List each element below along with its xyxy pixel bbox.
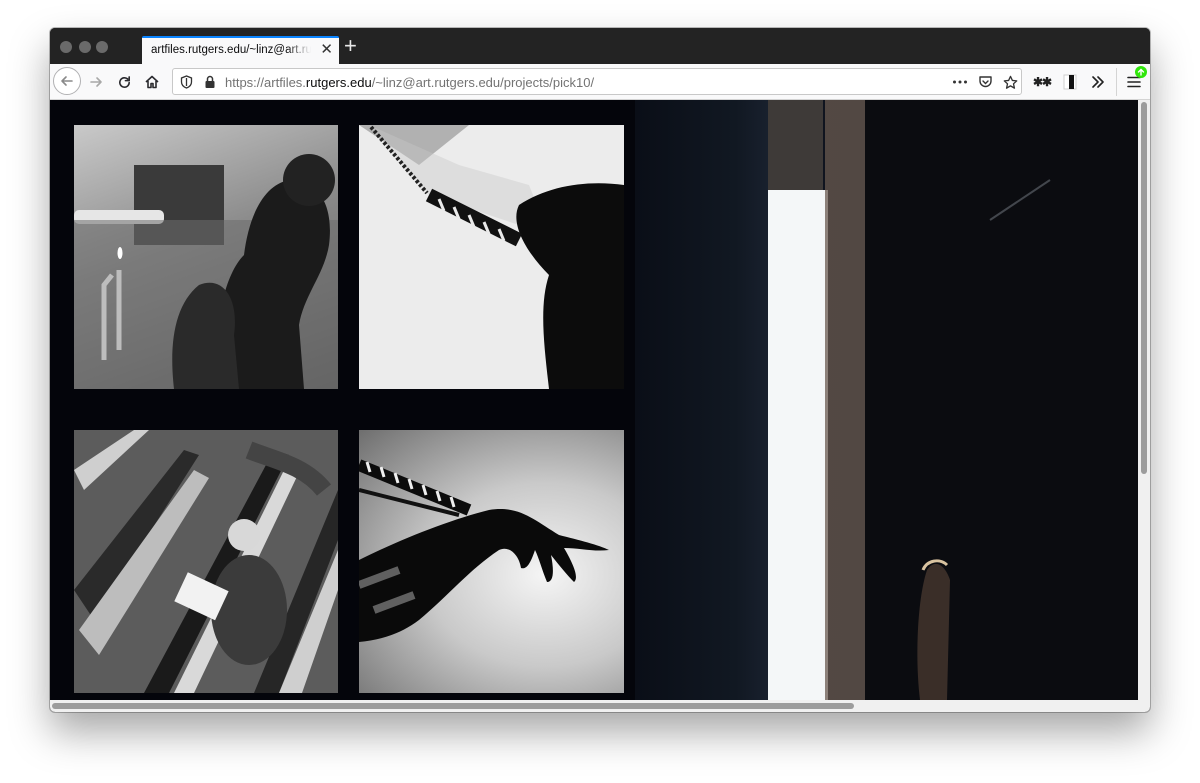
active-tab[interactable]: artfiles.rutgers.edu/~linz@art.rutgers.e… — [142, 36, 339, 64]
zoom-window-button[interactable] — [96, 41, 108, 53]
pocket-icon — [978, 76, 992, 88]
photo-church-pews[interactable] — [74, 430, 338, 693]
extension-button[interactable]: ✱✱ — [1030, 70, 1054, 94]
page-content — [50, 100, 1150, 700]
url-host: rutgers.edu — [305, 75, 372, 90]
url-prefix: https://artfiles. — [225, 75, 306, 90]
site-identity-button[interactable] — [201, 73, 219, 91]
tracking-protection-button[interactable] — [177, 73, 195, 91]
hand-film-strip-image — [359, 459, 609, 642]
horizontal-scrollbar[interactable] — [50, 700, 1150, 712]
forward-button[interactable] — [84, 70, 108, 94]
lock-icon — [205, 75, 215, 88]
dark-doorway-image — [768, 100, 1138, 700]
photo-girls-candle[interactable] — [74, 125, 338, 389]
forward-arrow-icon — [90, 77, 102, 87]
url-path: /~linz@art.rutgers.edu/projects/pick10/ — [371, 75, 595, 90]
photo-hand-film-strip[interactable] — [359, 430, 624, 693]
film-strip-silhouette-image — [359, 125, 624, 389]
close-icon[interactable]: ✕ — [320, 41, 333, 59]
sidebar-icon — [1063, 74, 1077, 90]
reload-icon — [118, 75, 130, 88]
more-icon — [953, 80, 967, 84]
home-button[interactable] — [140, 70, 164, 94]
new-tab-icon[interactable]: + — [344, 34, 357, 58]
update-arrow-icon — [1135, 66, 1147, 78]
extension-icon: ✱✱ — [1032, 75, 1052, 89]
browser-window: artfiles.rutgers.edu/~linz@art.rutgers.e… — [50, 28, 1150, 712]
close-window-button[interactable] — [60, 41, 72, 53]
photo-dark-doorway[interactable] — [635, 100, 1138, 700]
girls-candle-image — [74, 154, 338, 389]
tab-title: artfiles.rutgers.edu/~linz@art.rutgers.e… — [151, 44, 311, 56]
church-pews-image — [74, 430, 338, 693]
sidebar-button[interactable] — [1058, 70, 1082, 94]
back-button[interactable] — [53, 67, 81, 95]
photo-film-strip-silhouette[interactable] — [359, 125, 624, 389]
bookmark-button[interactable] — [1001, 73, 1019, 91]
app-menu-button[interactable] — [1122, 66, 1147, 94]
horizontal-scrollbar-thumb[interactable] — [52, 703, 854, 709]
navigation-toolbar: https://artfiles.rutgers.edu/~linz@art.r… — [50, 64, 1150, 100]
chevrons-right-icon — [1092, 76, 1104, 88]
home-icon — [145, 75, 159, 89]
toolbar-separator — [1116, 68, 1117, 96]
url-bar[interactable]: https://artfiles.rutgers.edu/~linz@art.r… — [172, 68, 1022, 95]
minimize-window-button[interactable] — [79, 41, 91, 53]
page-actions-button[interactable] — [951, 73, 969, 91]
back-arrow-icon — [61, 76, 73, 86]
pocket-button[interactable] — [976, 73, 994, 91]
url-text: https://artfiles.rutgers.edu/~linz@art.r… — [225, 75, 594, 90]
overflow-menu-button[interactable] — [1086, 70, 1110, 94]
tab-strip: artfiles.rutgers.edu/~linz@art.rutgers.e… — [50, 28, 1150, 64]
shield-icon — [180, 75, 192, 89]
reload-button[interactable] — [112, 70, 136, 94]
vertical-scrollbar-thumb[interactable] — [1141, 102, 1147, 474]
vertical-scrollbar[interactable] — [1138, 100, 1150, 700]
star-icon — [1003, 75, 1017, 89]
